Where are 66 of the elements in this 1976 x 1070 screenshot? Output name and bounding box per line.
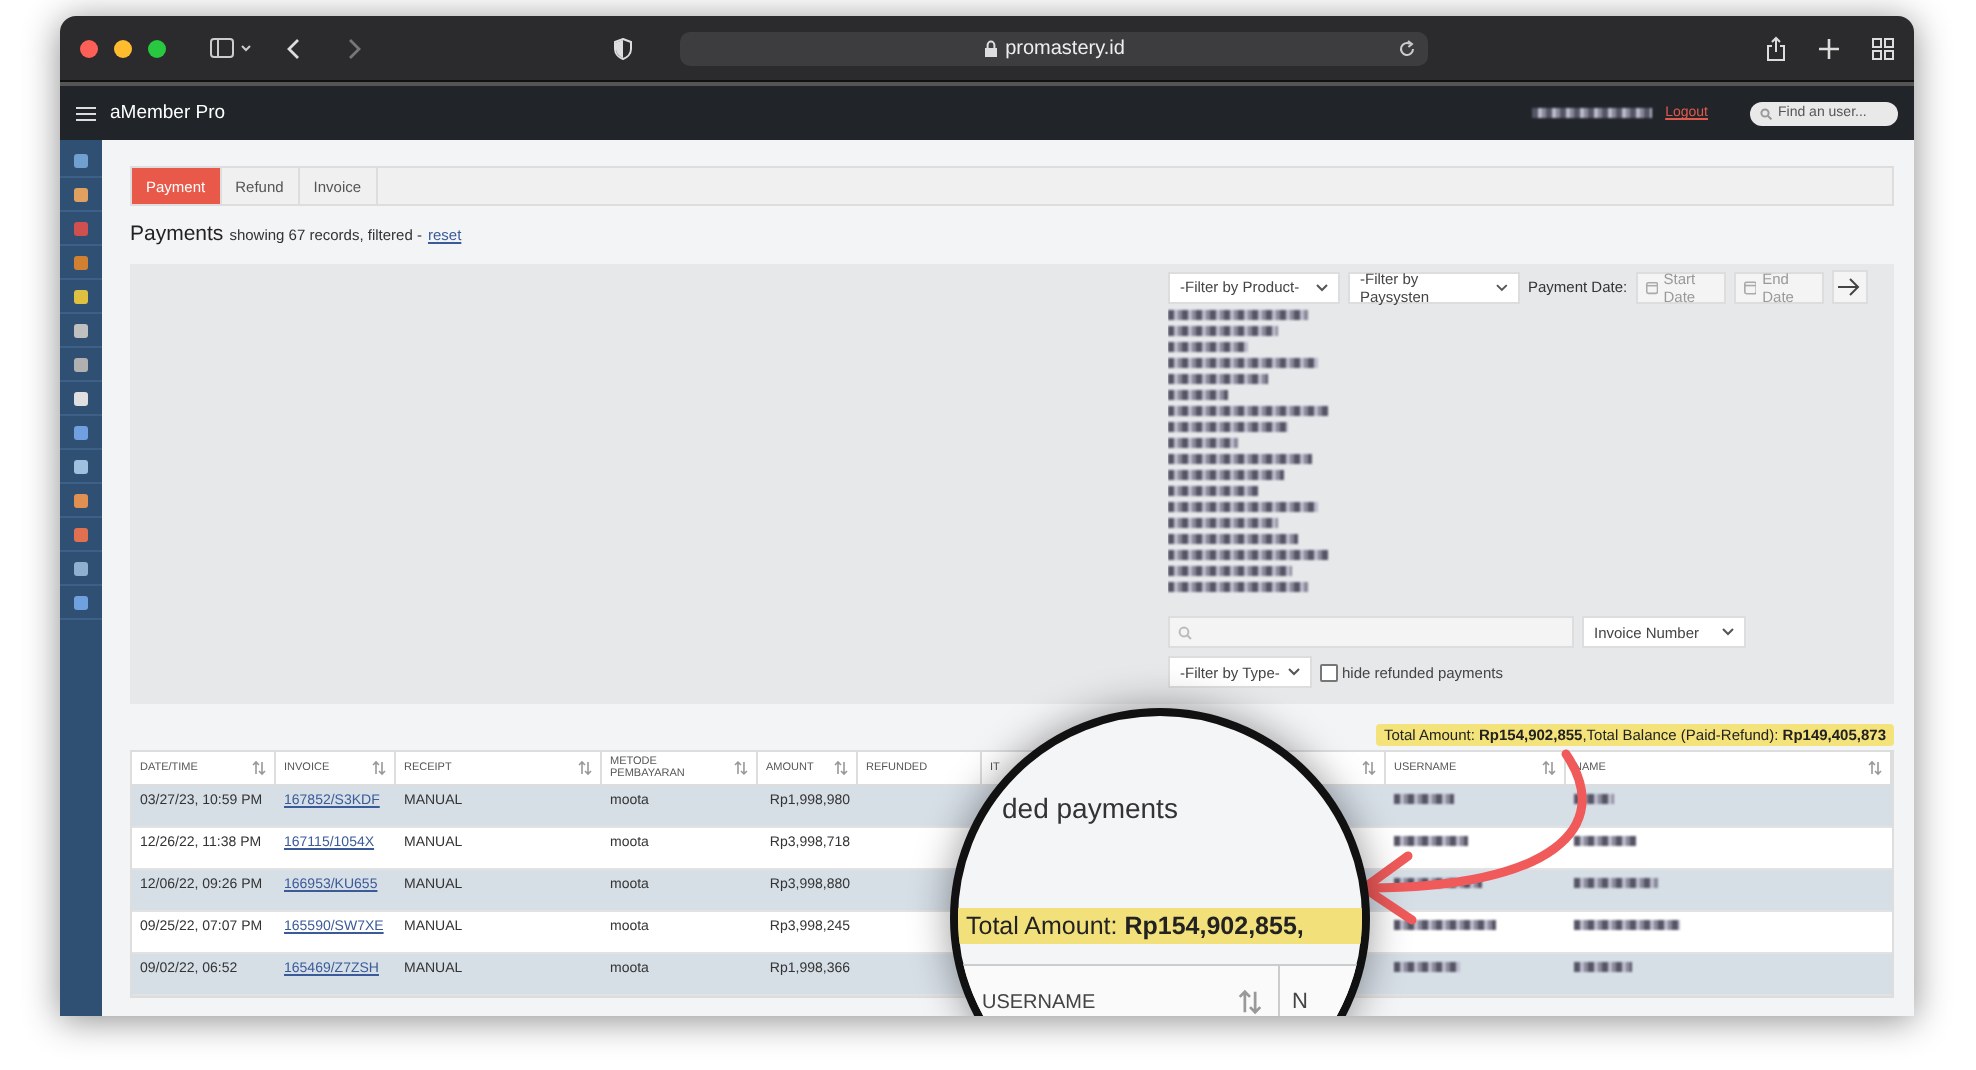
app-title: aMember Pro bbox=[110, 102, 226, 124]
magnified-text: ded payments bbox=[1002, 792, 1178, 824]
search-icon bbox=[1178, 625, 1192, 639]
calendar-icon bbox=[1645, 279, 1658, 295]
maximize-button[interactable] bbox=[148, 39, 166, 57]
address-bar[interactable]: promastery.id bbox=[680, 31, 1428, 65]
tab-overview-icon[interactable] bbox=[1872, 37, 1894, 59]
sort-icon[interactable] bbox=[578, 760, 592, 776]
menu-icon[interactable] bbox=[76, 105, 96, 121]
blurred-text bbox=[1168, 517, 1278, 528]
sort-icon[interactable] bbox=[252, 760, 266, 776]
blurred-text bbox=[1394, 836, 1468, 846]
apply-filter-button[interactable] bbox=[1831, 270, 1868, 304]
forward-icon[interactable] bbox=[346, 37, 362, 59]
search-field[interactable] bbox=[1168, 616, 1574, 648]
share-icon[interactable] bbox=[1766, 35, 1786, 61]
blurred-text bbox=[1168, 325, 1278, 336]
blurred-text bbox=[1168, 565, 1292, 576]
blurred-text bbox=[1394, 962, 1460, 972]
blurred-text bbox=[1168, 581, 1308, 592]
blurred-text bbox=[1574, 878, 1658, 888]
magnified-column-header: N bbox=[1290, 988, 1308, 1016]
sidebar-icon[interactable] bbox=[210, 38, 254, 58]
sort-icon bbox=[1238, 988, 1262, 1016]
blurred-text bbox=[1574, 920, 1680, 930]
calendar-icon bbox=[1743, 279, 1757, 295]
caret-icon bbox=[1496, 283, 1508, 291]
caret-icon bbox=[1288, 668, 1300, 676]
blurred-text bbox=[1168, 453, 1312, 464]
blurred-text bbox=[1168, 373, 1268, 384]
url-text: promastery.id bbox=[1005, 37, 1125, 59]
blurred-text bbox=[1574, 794, 1614, 804]
blurred-text bbox=[1531, 108, 1652, 118]
blurred-text bbox=[1168, 309, 1308, 320]
sort-icon[interactable] bbox=[834, 760, 848, 776]
caret-icon bbox=[1316, 283, 1328, 291]
arrow-right-icon bbox=[1838, 278, 1861, 296]
blurred-text bbox=[1168, 469, 1284, 480]
lock-icon bbox=[983, 39, 998, 57]
sort-icon[interactable] bbox=[1542, 760, 1556, 776]
sort-icon[interactable] bbox=[372, 760, 386, 776]
page-title: Payments bbox=[130, 222, 224, 246]
sort-icon[interactable] bbox=[1868, 760, 1882, 776]
caret-icon bbox=[1722, 628, 1734, 636]
blurred-text bbox=[1168, 421, 1288, 432]
blurred-text bbox=[1168, 389, 1228, 400]
blurred-text bbox=[1168, 533, 1298, 544]
sort-icon[interactable] bbox=[734, 760, 748, 776]
blurred-text bbox=[1168, 437, 1238, 448]
blurred-text bbox=[1168, 485, 1258, 496]
reload-icon[interactable] bbox=[1398, 39, 1416, 57]
blurred-text bbox=[1574, 962, 1632, 972]
blurred-text bbox=[1574, 836, 1636, 846]
blurred-text bbox=[1168, 341, 1248, 352]
plus-icon[interactable] bbox=[1818, 37, 1840, 59]
back-icon[interactable] bbox=[286, 37, 302, 59]
close-button[interactable] bbox=[80, 39, 98, 57]
checkbox[interactable] bbox=[1320, 663, 1338, 681]
magnified-column-header: USERNAME bbox=[958, 966, 1280, 1016]
search-icon bbox=[1760, 107, 1772, 119]
shield-icon[interactable] bbox=[614, 37, 632, 59]
magnified-total: Total Amount: Rp154,902,855, bbox=[958, 908, 1362, 944]
minimize-button[interactable] bbox=[114, 39, 132, 57]
blurred-text bbox=[1394, 794, 1454, 804]
blurred-text bbox=[1394, 920, 1496, 930]
sort-icon[interactable] bbox=[1362, 760, 1376, 776]
